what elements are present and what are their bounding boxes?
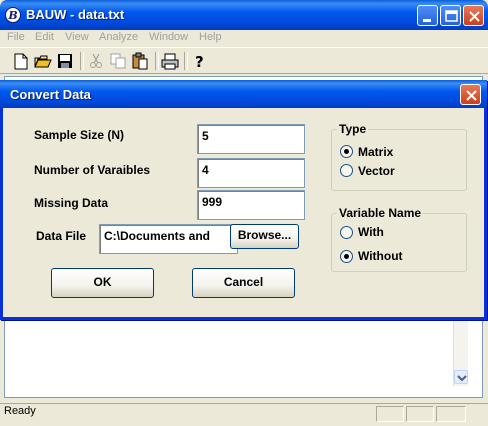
menu-analyze[interactable]: Analyze	[99, 31, 138, 43]
status-panel	[406, 406, 434, 422]
chevron-down-icon	[457, 375, 467, 382]
status-panel	[376, 406, 404, 422]
toolbar: ?	[0, 47, 488, 74]
variable-name-group-label: Variable Name	[337, 206, 424, 220]
sample-size-field[interactable]: 5	[197, 124, 305, 154]
without-radio-label[interactable]: Without	[358, 249, 403, 263]
maximize-icon	[445, 10, 458, 22]
vector-radio-label[interactable]: Vector	[358, 164, 395, 178]
sample-size-label: Sample Size (N)	[34, 128, 125, 142]
toolbar-separator	[80, 52, 84, 70]
close-icon	[466, 90, 477, 101]
with-radio[interactable]	[340, 226, 353, 239]
paste-icon[interactable]	[130, 52, 150, 70]
status-panel	[436, 406, 466, 422]
cut-icon[interactable]	[86, 52, 106, 70]
data-file-label: Data File	[36, 229, 87, 243]
missing-data-field[interactable]: 999	[197, 190, 305, 220]
toolbar-separator	[184, 52, 188, 70]
minimize-button[interactable]	[417, 5, 438, 26]
menu-view[interactable]: View	[65, 31, 89, 43]
num-variables-label: Number of Varaibles	[34, 163, 151, 177]
cancel-button[interactable]: Cancel	[192, 268, 295, 298]
copy-icon[interactable]	[108, 52, 128, 70]
scroll-down-button[interactable]	[454, 370, 468, 384]
variable-name-group	[331, 213, 467, 272]
status-text: Ready	[4, 405, 36, 417]
print-icon[interactable]	[160, 52, 180, 70]
svg-text:?: ?	[195, 53, 204, 70]
toolbar-separator	[155, 52, 159, 70]
matrix-radio-label[interactable]: Matrix	[358, 145, 393, 159]
ok-button[interactable]: OK	[51, 268, 154, 298]
new-document-icon[interactable]	[11, 52, 31, 70]
type-group-label: Type	[337, 122, 369, 136]
dialog-close-button[interactable]	[460, 84, 481, 105]
type-group	[331, 129, 467, 191]
matrix-radio[interactable]	[340, 145, 353, 158]
with-radio-label[interactable]: With	[358, 225, 384, 239]
menu-bar: File Edit View Analyze Window Help	[0, 30, 488, 46]
dialog-title: Convert Data	[10, 87, 91, 102]
menu-help[interactable]: Help	[199, 31, 222, 43]
maximize-button[interactable]	[440, 5, 461, 26]
data-file-field[interactable]: C:\Documents and	[99, 224, 238, 254]
save-icon[interactable]	[55, 52, 75, 70]
vector-radio[interactable]	[340, 164, 353, 177]
menu-window[interactable]: Window	[149, 31, 188, 43]
without-radio[interactable]	[340, 250, 353, 263]
menu-file[interactable]: File	[7, 31, 25, 43]
minimize-icon	[423, 19, 431, 22]
missing-data-label: Missing Data	[34, 196, 109, 210]
main-window-title: BAUW - data.txt	[26, 7, 125, 22]
help-icon[interactable]: ?	[190, 52, 210, 71]
main-close-button[interactable]	[463, 5, 484, 26]
browse-button[interactable]: Browse...	[230, 224, 299, 249]
menu-edit[interactable]: Edit	[35, 31, 54, 43]
num-variables-field[interactable]: 4	[197, 158, 305, 188]
app-icon: B	[5, 7, 21, 23]
close-icon	[469, 11, 480, 22]
open-folder-icon[interactable]	[33, 52, 53, 70]
